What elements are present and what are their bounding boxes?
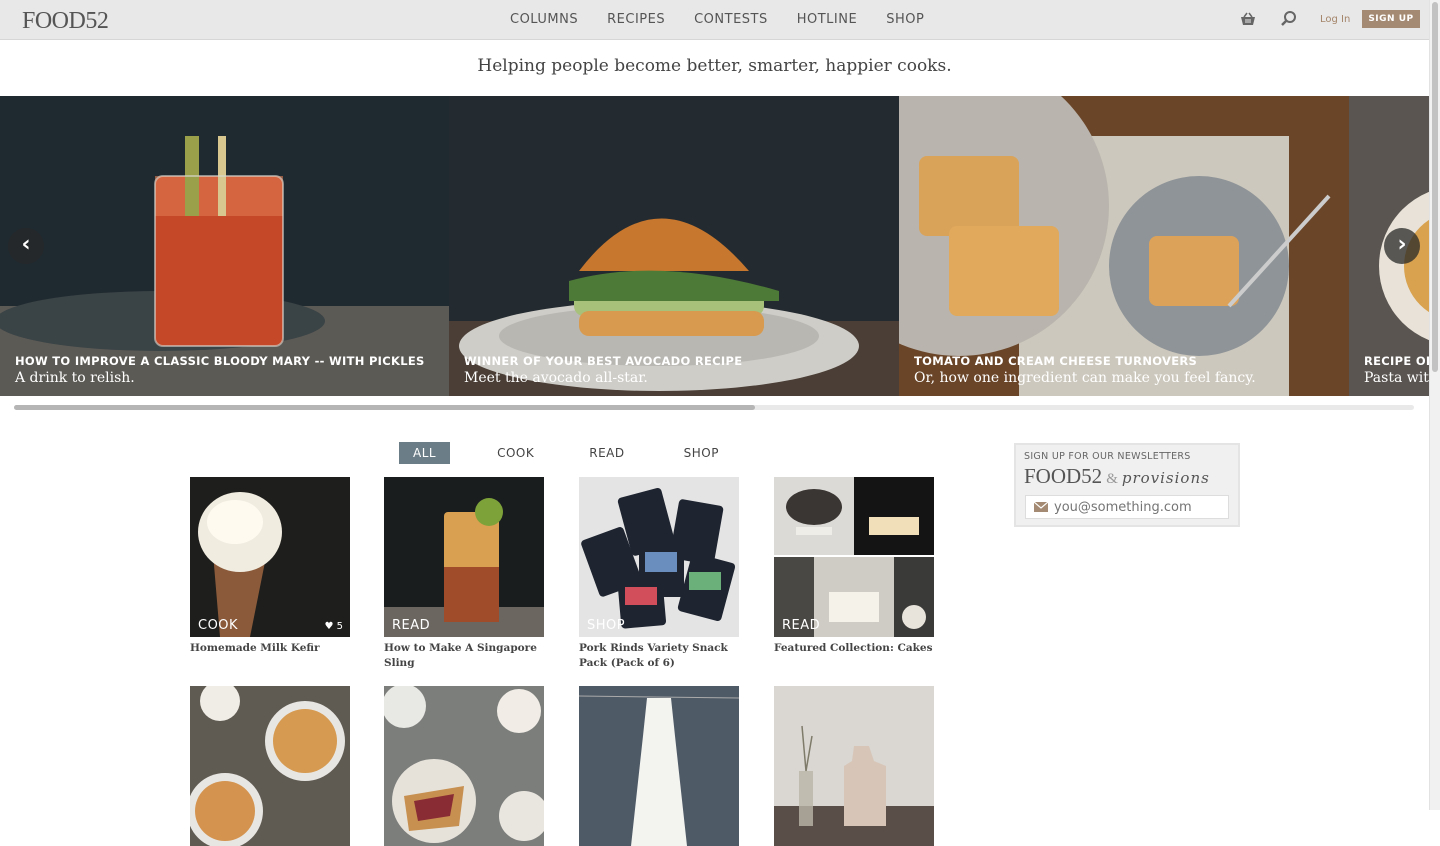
tile-tag: READ bbox=[782, 618, 821, 633]
carousel-slide[interactable]: TOMATO AND CREAM CHEESE TURNOVERS Or, ho… bbox=[899, 96, 1349, 396]
tile-likes[interactable]: ♥ 5 bbox=[324, 621, 343, 632]
nav-recipes[interactable]: RECIPES bbox=[607, 12, 665, 27]
avocado-sandwich-photo bbox=[449, 96, 899, 396]
carousel-scrollbar[interactable] bbox=[14, 405, 1414, 410]
tile-title[interactable]: Pork Rinds Variety Snack Pack (Pack of 6… bbox=[579, 641, 739, 671]
tile-image[interactable]: COOK ♥ 5 bbox=[190, 477, 350, 637]
carousel-scrollbar-thumb[interactable] bbox=[14, 405, 755, 410]
filter-cook[interactable]: COOK bbox=[497, 442, 534, 464]
tile-tag: COOK bbox=[198, 618, 239, 633]
carousel-slide[interactable]: WINNER OF YOUR BEST AVOCADO RECIPE Meet … bbox=[449, 96, 899, 396]
bloody-mary-photo bbox=[0, 96, 449, 396]
filter-all[interactable]: ALL bbox=[399, 442, 451, 464]
top-nav-bar: FOOD52 COLUMNS RECIPES CONTESTS HOTLINE … bbox=[0, 0, 1429, 40]
content-tile[interactable]: READ How to Make A Singapore Sling bbox=[384, 477, 544, 671]
search-icon[interactable] bbox=[1279, 9, 1299, 29]
login-link[interactable]: Log In bbox=[1320, 14, 1350, 25]
slide-title[interactable]: WINNER OF YOUR BEST AVOCADO RECIPE bbox=[464, 354, 742, 368]
white-dress-photo bbox=[579, 686, 739, 846]
slide-caption: RECIPE OF Pasta wit bbox=[1364, 354, 1429, 386]
content-tile[interactable]: SHOP Pork Rinds Variety Snack Pack (Pack… bbox=[579, 477, 739, 671]
filter-shop[interactable]: SHOP bbox=[684, 442, 719, 464]
newsletter-brand-food52: FOOD52 bbox=[1024, 464, 1103, 488]
content-tile[interactable]: READ Featured Collection: Cakes bbox=[774, 477, 934, 656]
tile-title[interactable]: How to Make A Singapore Sling bbox=[384, 641, 544, 671]
nav-hotline[interactable]: HOTLINE bbox=[797, 12, 857, 27]
singapore-sling-photo bbox=[384, 477, 544, 637]
nav-contests[interactable]: CONTESTS bbox=[694, 12, 768, 27]
tile-title[interactable]: Featured Collection: Cakes bbox=[774, 641, 934, 656]
cakes-collage-photo bbox=[774, 477, 934, 637]
slide-title[interactable]: HOW TO IMPROVE A CLASSIC BLOODY MARY -- … bbox=[15, 354, 425, 368]
tile-image[interactable] bbox=[579, 686, 739, 846]
content-tile[interactable] bbox=[579, 686, 739, 846]
nav-columns[interactable]: COLUMNS bbox=[510, 12, 578, 27]
slide-subtitle: A drink to relish. bbox=[15, 370, 135, 386]
tile-image[interactable] bbox=[384, 686, 544, 846]
tile-tag: SHOP bbox=[587, 618, 626, 633]
slide-subtitle: Or, how one ingredient can make you feel… bbox=[914, 370, 1256, 386]
content-tile[interactable] bbox=[190, 686, 350, 846]
carousel-next-button[interactable]: › bbox=[1384, 228, 1420, 264]
slide-title[interactable]: TOMATO AND CREAM CHEESE TURNOVERS bbox=[914, 354, 1256, 368]
content-tile[interactable] bbox=[774, 686, 934, 846]
content-tile[interactable] bbox=[384, 686, 544, 846]
slide-caption: HOW TO IMPROVE A CLASSIC BLOODY MARY -- … bbox=[15, 354, 425, 386]
pork-rinds-photo bbox=[579, 477, 739, 637]
tagline: Helping people become better, smarter, h… bbox=[477, 56, 952, 76]
tile-image[interactable] bbox=[774, 686, 934, 846]
page-scrollbar-thumb[interactable] bbox=[1432, 2, 1438, 372]
newsletter-heading: SIGN UP FOR OUR NEWSLETTERS bbox=[1024, 451, 1191, 462]
tile-image[interactable] bbox=[190, 686, 350, 846]
tile-image[interactable]: READ bbox=[774, 477, 934, 637]
content-tile[interactable]: COOK ♥ 5 Homemade Milk Kefir bbox=[190, 477, 350, 656]
carousel-prev-button[interactable]: ‹ bbox=[8, 228, 44, 264]
filter-read[interactable]: READ bbox=[589, 442, 624, 464]
newsletter-brand-provisions: provisions bbox=[1121, 469, 1210, 487]
slide-subtitle: Meet the avocado all-star. bbox=[464, 370, 648, 386]
page-scrollbar[interactable] bbox=[1429, 0, 1440, 810]
newsletter-email-field[interactable] bbox=[1025, 495, 1229, 519]
tile-image[interactable]: SHOP bbox=[579, 477, 739, 637]
header-actions: Log In SIGN UP bbox=[1238, 9, 1420, 29]
ceramic-jug-photo bbox=[774, 686, 934, 846]
slide-caption: WINNER OF YOUR BEST AVOCADO RECIPE Meet … bbox=[464, 354, 742, 386]
envelope-icon bbox=[1034, 502, 1048, 512]
signup-button[interactable]: SIGN UP bbox=[1362, 10, 1420, 28]
slide-title[interactable]: RECIPE OF bbox=[1364, 354, 1429, 368]
hero-carousel: HOW TO IMPROVE A CLASSIC BLOODY MARY -- … bbox=[0, 96, 1429, 396]
pasta-shells-photo bbox=[190, 686, 350, 846]
newsletter-signup: SIGN UP FOR OUR NEWSLETTERS FOOD52 & provi… bbox=[1014, 443, 1240, 527]
pie-photo bbox=[384, 686, 544, 846]
carousel-slide[interactable]: HOW TO IMPROVE A CLASSIC BLOODY MARY -- … bbox=[0, 96, 449, 396]
newsletter-email-input[interactable] bbox=[1054, 499, 1224, 515]
slide-subtitle: Pasta wit bbox=[1364, 370, 1429, 386]
kefir-photo bbox=[190, 477, 350, 637]
newsletter-amp: & bbox=[1106, 471, 1118, 487]
content-filter-tabs: ALL COOK READ SHOP bbox=[399, 442, 719, 464]
turnovers-photo bbox=[899, 96, 1349, 396]
newsletter-brands: FOOD52 & provisions bbox=[1024, 464, 1210, 489]
slide-caption: TOMATO AND CREAM CHEESE TURNOVERS Or, ho… bbox=[914, 354, 1256, 386]
tile-image[interactable]: READ bbox=[384, 477, 544, 637]
tile-tag: READ bbox=[392, 618, 431, 633]
main-nav: COLUMNS RECIPES CONTESTS HOTLINE SHOP bbox=[510, 12, 953, 27]
food52-logo[interactable]: FOOD52 bbox=[22, 8, 109, 35]
nav-shop[interactable]: SHOP bbox=[886, 12, 924, 27]
basket-icon[interactable] bbox=[1238, 9, 1258, 29]
tile-title[interactable]: Homemade Milk Kefir bbox=[190, 641, 350, 656]
